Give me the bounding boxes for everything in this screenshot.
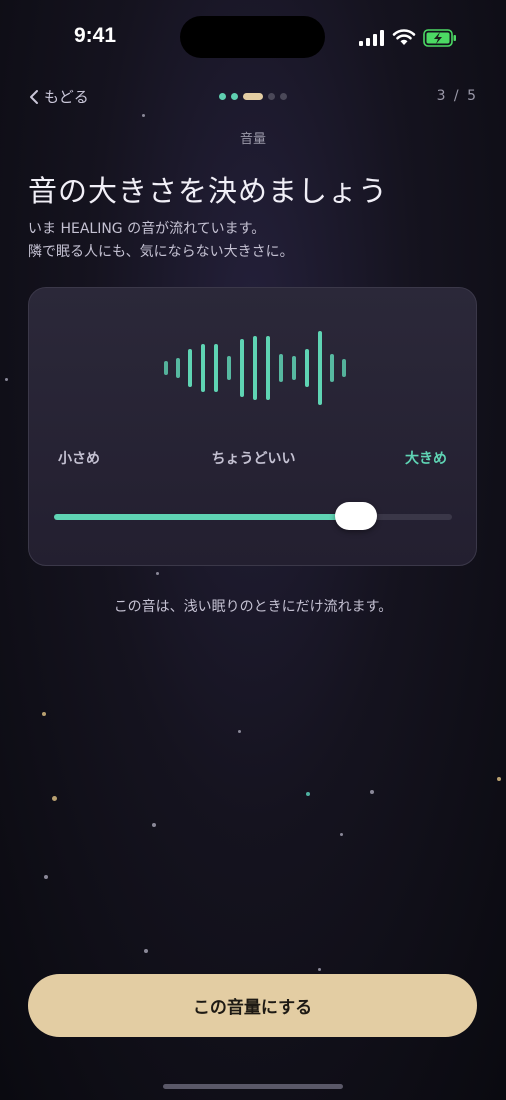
page-title: 音の大きさを決めましょう	[28, 174, 389, 208]
step-counter: 3 / 5	[436, 88, 478, 104]
section-label: 音量	[239, 132, 266, 147]
subtitle-line-1: いま HEALING の音が流れています。	[28, 221, 266, 237]
chevron-left-icon	[30, 89, 38, 104]
progress-dot-5	[280, 93, 287, 100]
volume-card: 小さめ ちょうどいい 大きめ	[28, 287, 477, 566]
progress-dots	[219, 93, 287, 100]
volume-slider[interactable]	[54, 502, 452, 530]
volume-label-high: 大きめ	[405, 451, 447, 467]
back-button[interactable]: もどる	[28, 86, 89, 107]
cellular-signal-icon	[359, 30, 384, 46]
back-label: もどる	[44, 88, 89, 106]
subtitle-line-2: 隣で眠る人にも、気にならない大きさに。	[28, 244, 294, 260]
dynamic-island	[180, 16, 325, 58]
top-nav: もどる 3 / 5	[0, 86, 506, 110]
progress-dot-1	[219, 93, 226, 100]
home-indicator	[163, 1084, 343, 1089]
wifi-icon	[392, 29, 416, 45]
progress-dot-3	[243, 93, 263, 100]
info-note: この音は、浅い眠りのときにだけ流れます。	[113, 599, 393, 615]
confirm-volume-button[interactable]: この音量にする	[28, 974, 477, 1037]
battery-charging-icon	[423, 29, 456, 47]
volume-slider-fill	[54, 514, 357, 520]
progress-dot-4	[268, 93, 275, 100]
progress-dot-2	[231, 93, 238, 100]
volume-slider-thumb[interactable]	[335, 502, 378, 530]
status-time: 9:41	[74, 24, 117, 47]
sound-wave-icon	[164, 331, 346, 405]
status-bar: 9:41	[0, 0, 506, 80]
